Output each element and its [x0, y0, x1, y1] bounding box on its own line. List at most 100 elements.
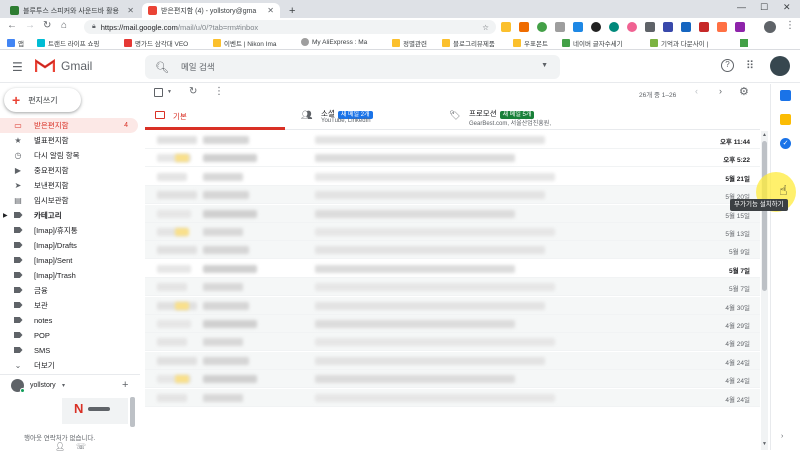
extension-icon[interactable]: [699, 22, 709, 32]
more-actions-icon[interactable]: ⋮: [214, 86, 224, 97]
bookmark-item[interactable]: 이벤트 | Nikon Ima: [213, 38, 277, 48]
tab-social[interactable]: 👥︎ 소셜 새 메일 2개 YouTube, LinkedIn: [293, 103, 433, 130]
sidebar-item-more[interactable]: ⌄ 더보기: [0, 358, 138, 373]
bookmark-folder[interactable]: 블로그리뷰제품: [442, 38, 495, 48]
table-row[interactable]: 5월 21일: [145, 168, 760, 186]
search-icon[interactable]: 🔍︎: [155, 61, 169, 74]
settings-gear-icon[interactable]: ⚙: [739, 85, 749, 98]
hangouts-user-dropdown-icon[interactable]: ▾: [62, 382, 65, 389]
table-row[interactable]: 오후 5:22: [145, 149, 760, 168]
keep-icon[interactable]: [780, 114, 791, 125]
tasks-icon[interactable]: ✓: [780, 138, 791, 149]
table-row[interactable]: 4월 29일: [145, 333, 760, 352]
sidebar-item-categories[interactable]: ▶ 카테고리: [0, 208, 138, 223]
search-options-icon[interactable]: ▼: [541, 62, 548, 69]
bookmark-folder[interactable]: 우표몬트: [513, 38, 548, 48]
table-row[interactable]: 4월 30일: [145, 296, 760, 315]
close-tab-icon[interactable]: ✕: [127, 6, 134, 15]
profile-avatar[interactable]: [764, 21, 776, 33]
address-bar[interactable]: 🔒︎ https://mail.google.com/mail/u/0/?tab…: [84, 20, 496, 34]
extension-icon[interactable]: [645, 22, 655, 32]
bookmark-favicon-icon[interactable]: [740, 39, 748, 47]
home-icon[interactable]: ⌂: [61, 20, 67, 31]
table-row[interactable]: 4월 29일: [145, 315, 760, 333]
hangouts-user-name[interactable]: yollstory: [30, 382, 56, 389]
table-row[interactable]: 오후 11:44: [145, 131, 760, 149]
table-row[interactable]: 5월 7일: [145, 260, 760, 278]
sidebar-item-label-pop[interactable]: POP: [0, 328, 138, 343]
select-dropdown-icon[interactable]: ▼: [167, 89, 172, 95]
side-panel-toggle-icon[interactable]: ›: [781, 433, 783, 440]
bookmark-item[interactable]: 트랜드 라이프 쇼핑: [37, 38, 99, 48]
refresh-icon[interactable]: ↻: [189, 86, 197, 97]
apps-grid-icon[interactable]: ⠿: [746, 59, 754, 72]
main-menu-icon[interactable]: ☰: [12, 60, 23, 74]
bookmark-star-icon[interactable]: ☆: [482, 23, 489, 32]
table-row[interactable]: 5월 7일: [145, 278, 760, 297]
back-icon[interactable]: ←: [7, 20, 17, 31]
account-avatar[interactable]: [770, 56, 790, 76]
maximize-icon[interactable]: ☐: [760, 2, 768, 13]
prev-page-icon[interactable]: ‹: [695, 86, 698, 96]
table-row[interactable]: 5월 13일: [145, 223, 760, 241]
importance-marker-icon[interactable]: [175, 375, 189, 384]
chrome-menu-icon[interactable]: ⋮: [785, 20, 795, 31]
sidebar-item-inbox[interactable]: ▭ 받은편지함 4: [0, 118, 138, 133]
browser-tab[interactable]: 블루투스 스피커와 사운드바 활용 ✕: [4, 3, 140, 18]
extension-icon[interactable]: [555, 22, 565, 32]
table-row[interactable]: 5월 20일: [145, 186, 760, 205]
sidebar-item-label-finance[interactable]: 금융: [0, 283, 138, 298]
sidebar-item-label-archive[interactable]: 보관: [0, 298, 138, 313]
sidebar-item-label-imap-drafts[interactable]: [Imap]/Drafts: [0, 238, 138, 253]
extension-icon[interactable]: [591, 22, 601, 32]
bookmark-item[interactable]: 명가드 삼각대 VEO: [124, 38, 188, 48]
bookmark-folder[interactable]: 정별관련: [392, 38, 427, 48]
table-row[interactable]: 5월 9일: [145, 241, 760, 260]
table-row[interactable]: 4월 24일: [145, 388, 760, 407]
sidebar-item-snoozed[interactable]: ◷ 다시 알림 항목: [0, 148, 138, 163]
sidebar-item-drafts[interactable]: ▤ 임시보관함: [0, 193, 138, 208]
sidebar-item-sent[interactable]: ➤ 보낸편지함: [0, 178, 138, 193]
next-page-icon[interactable]: ›: [719, 86, 722, 96]
importance-marker-icon[interactable]: [175, 154, 189, 163]
bookmark-item[interactable]: 기억과 다문사이 |: [650, 38, 708, 48]
sidebar-item-label-notes[interactable]: notes: [0, 313, 138, 328]
close-window-icon[interactable]: ✕: [783, 2, 791, 13]
importance-marker-icon[interactable]: [175, 228, 189, 236]
search-input[interactable]: [180, 62, 521, 72]
hangouts-scrollbar[interactable]: [130, 397, 135, 427]
forward-icon[interactable]: →: [25, 20, 35, 31]
gmail-logo[interactable]: Gmail: [35, 59, 92, 73]
importance-marker-icon[interactable]: [175, 301, 189, 310]
select-all-checkbox[interactable]: [154, 88, 163, 97]
extension-icon[interactable]: [663, 22, 673, 32]
extension-icon[interactable]: [519, 22, 529, 32]
scroll-down-icon[interactable]: ▼: [762, 441, 767, 447]
bookmark-apps[interactable]: 앱: [7, 38, 24, 48]
browser-tab-active[interactable]: 받은편지함 (4) - yollstory@gma ✕: [142, 3, 280, 18]
compose-button[interactable]: + 편지쓰기: [4, 88, 81, 112]
table-row[interactable]: 4월 24일: [145, 351, 760, 370]
table-row[interactable]: 4월 24일: [145, 370, 760, 389]
extension-icon[interactable]: [501, 22, 511, 32]
new-tab-button[interactable]: +: [283, 3, 301, 18]
bookmark-item[interactable]: My AliExpress : Ma: [301, 38, 367, 46]
extension-icon[interactable]: [717, 22, 727, 32]
bookmark-item[interactable]: 네이버 글자수세기: [562, 38, 623, 48]
scrollbar-thumb[interactable]: [762, 141, 767, 291]
extension-icon[interactable]: [609, 22, 619, 32]
close-tab-icon[interactable]: ✕: [267, 6, 274, 15]
calendar-icon[interactable]: [780, 90, 791, 101]
sidebar-item-label-sms[interactable]: SMS: [0, 343, 138, 358]
tab-primary[interactable]: 기본: [145, 103, 285, 130]
scroll-up-icon[interactable]: ▲: [762, 132, 767, 138]
sidebar-item-label-imap-trash[interactable]: [Imap]/Trash: [0, 268, 138, 283]
sidebar-item-important[interactable]: ▶ 중요편지함: [0, 163, 138, 178]
sidebar-item-label-imap-trash-ko[interactable]: [Imap]/휴지통: [0, 223, 138, 238]
extension-icon[interactable]: [681, 22, 691, 32]
tab-promotions[interactable]: 🏷︎ 프로모션 새 메일 5개 GearBest.com, 서울산업진흥원,: [441, 103, 581, 130]
search-bar[interactable]: 🔍︎ ▼: [145, 55, 560, 79]
reload-icon[interactable]: ↻: [43, 20, 51, 31]
sidebar-item-starred[interactable]: ★ 별표편지함: [0, 133, 138, 148]
extension-icon[interactable]: [627, 22, 637, 32]
